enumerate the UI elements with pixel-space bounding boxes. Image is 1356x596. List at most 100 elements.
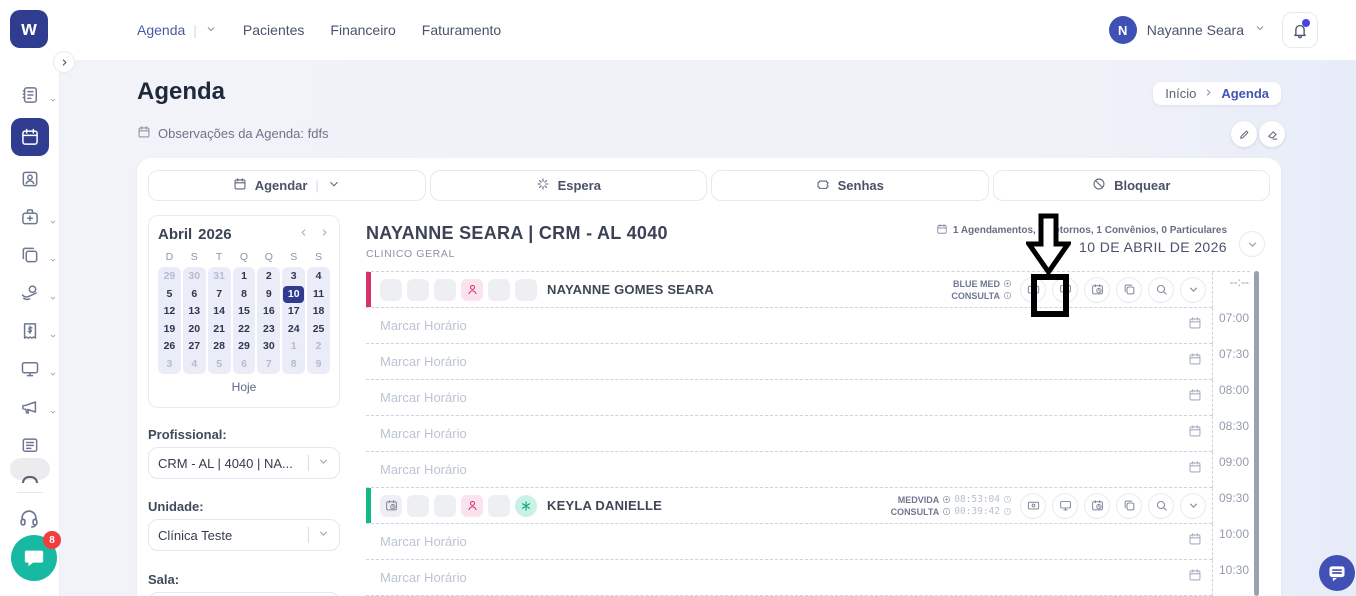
calendar-day[interactable]: 2	[258, 268, 279, 286]
calendar-icon[interactable]	[1188, 316, 1202, 335]
calendar-today-button[interactable]: Hoje	[158, 380, 330, 394]
calendar-icon[interactable]	[1188, 532, 1202, 551]
sidebar-expand-button[interactable]	[53, 51, 75, 73]
calendar-day[interactable]: 14	[209, 303, 230, 321]
calclock-action-button[interactable]	[1084, 276, 1110, 303]
nav-item-pacientes[interactable]: Pacientes	[243, 22, 304, 38]
calendar-day[interactable]: 3	[159, 356, 180, 374]
copy-action-button[interactable]	[1116, 276, 1142, 303]
calendar-icon[interactable]	[1188, 568, 1202, 587]
search-action-button[interactable]	[1148, 492, 1174, 519]
calendar-day[interactable]: 18	[308, 303, 329, 321]
calendar-next-icon[interactable]	[319, 225, 330, 243]
collapse-schedule-button[interactable]	[1239, 231, 1265, 257]
search-action-button[interactable]	[1148, 276, 1174, 303]
calendar-day[interactable]: 9	[258, 286, 279, 304]
calendar-day[interactable]: 25	[308, 321, 329, 339]
patient-name[interactable]: KEYLA DANIELLE	[547, 498, 662, 513]
professional-select[interactable]: CRM - AL | 4040 | NA...	[148, 447, 340, 479]
calendar-day[interactable]: 6	[184, 286, 205, 304]
calendar-day[interactable]: 26	[159, 338, 180, 356]
schedule-scrollbar[interactable]	[1254, 271, 1259, 596]
patient-name[interactable]: NAYANNE GOMES SEARA	[547, 282, 714, 297]
empty-slot[interactable]: Marcar Horário	[366, 344, 1212, 380]
bloquear-button[interactable]: Bloquear	[992, 170, 1270, 201]
empty-slot[interactable]: Marcar Horário	[366, 452, 1212, 488]
room-select[interactable]	[148, 592, 340, 596]
calendar-day[interactable]: 11	[308, 286, 329, 304]
calendar-day-selected[interactable]: 10	[283, 285, 305, 303]
monitor-action-button[interactable]	[1052, 492, 1078, 519]
calendar-day[interactable]: 4	[308, 268, 329, 286]
agendar-button[interactable]: Agendar |	[148, 170, 426, 201]
calendar-icon[interactable]	[1188, 388, 1202, 407]
expand-appointment-button[interactable]	[1180, 276, 1206, 303]
calendar-day[interactable]: 7	[209, 286, 230, 304]
app-logo[interactable]: w	[10, 10, 48, 48]
help-chat-button[interactable]	[1319, 555, 1355, 591]
calendar-day[interactable]: 17	[283, 303, 304, 321]
sidebar-item-journal[interactable]	[15, 80, 55, 110]
edit-observations-button[interactable]	[1231, 121, 1257, 147]
calendar-day[interactable]: 24	[283, 321, 304, 339]
nav-item-faturamento[interactable]: Faturamento	[422, 22, 501, 38]
sidebar-item-contact[interactable]	[15, 164, 45, 194]
calendar-day[interactable]: 4	[184, 356, 205, 374]
calendar-day[interactable]: 1	[234, 268, 255, 286]
sidebar-item-news[interactable]	[15, 430, 45, 460]
breadcrumb-home[interactable]: Início	[1165, 86, 1196, 101]
calendar-day[interactable]: 20	[184, 321, 205, 339]
calendar-day[interactable]: 13	[184, 303, 205, 321]
calclock-action-button[interactable]	[1084, 492, 1110, 519]
sidebar-item-medbag[interactable]	[15, 202, 55, 232]
calendar-icon[interactable]	[1188, 424, 1202, 443]
sidebar-item-copy[interactable]	[15, 240, 55, 270]
calendar-day[interactable]: 8	[283, 356, 304, 374]
calendar-day[interactable]: 16	[258, 303, 279, 321]
calendar-day[interactable]: 29	[234, 338, 255, 356]
calendar-day[interactable]: 30	[184, 268, 205, 286]
calendar-day[interactable]: 21	[209, 321, 230, 339]
calendar-prev-icon[interactable]	[298, 225, 309, 243]
chevron-down-icon[interactable]	[205, 22, 217, 38]
calendar-day[interactable]: 8	[234, 286, 255, 304]
calendar-icon[interactable]	[1188, 352, 1202, 371]
senhas-button[interactable]: Senhas	[711, 170, 989, 201]
sidebar-item-calendar[interactable]	[10, 118, 56, 156]
expand-appointment-button[interactable]	[1180, 492, 1206, 519]
unit-select[interactable]: Clínica Teste	[148, 519, 340, 551]
clear-observations-button[interactable]	[1259, 121, 1285, 147]
calendar-day[interactable]: 31	[209, 268, 230, 286]
nav-item-financeiro[interactable]: Financeiro	[330, 22, 395, 38]
calendar-day[interactable]: 15	[234, 303, 255, 321]
calendar-day[interactable]: 5	[159, 286, 180, 304]
card-action-button[interactable]	[1020, 492, 1046, 519]
calendar-day[interactable]: 29	[159, 268, 180, 286]
calendar-day[interactable]: 27	[184, 338, 205, 356]
calendar-day[interactable]: 19	[159, 321, 180, 339]
calendar-day[interactable]: 7	[258, 356, 279, 374]
sidebar-item-payments[interactable]	[15, 278, 55, 308]
empty-slot[interactable]: Marcar Horário	[366, 524, 1212, 560]
sidebar-item-monitor[interactable]	[15, 354, 55, 384]
calendar-day[interactable]: 3	[283, 268, 304, 286]
calendar-day[interactable]: 6	[234, 356, 255, 374]
nav-item-agenda[interactable]: Agenda |	[137, 22, 217, 38]
empty-slot[interactable]: Marcar Horário	[366, 560, 1212, 596]
calendar-icon[interactable]	[1188, 460, 1202, 479]
chevron-down-icon[interactable]	[327, 177, 341, 194]
sidebar-item-megaphone[interactable]	[15, 392, 55, 422]
espera-button[interactable]: Espera	[429, 170, 707, 201]
calendar-day[interactable]: 1	[283, 338, 304, 356]
calendar-day[interactable]: 22	[234, 321, 255, 339]
sidebar-item-invoice[interactable]	[15, 316, 55, 346]
empty-slot[interactable]: Marcar Horário	[366, 416, 1212, 452]
notifications-button[interactable]	[1282, 12, 1318, 48]
empty-slot[interactable]: Marcar Horário	[366, 308, 1212, 344]
calendar-day[interactable]: 2	[308, 338, 329, 356]
calendar-day[interactable]: 12	[159, 303, 180, 321]
calendar-day[interactable]: 5	[209, 356, 230, 374]
empty-slot[interactable]: Marcar Horário	[366, 380, 1212, 416]
calendar-day[interactable]: 30	[258, 338, 279, 356]
support-headset-icon[interactable]	[18, 507, 40, 534]
